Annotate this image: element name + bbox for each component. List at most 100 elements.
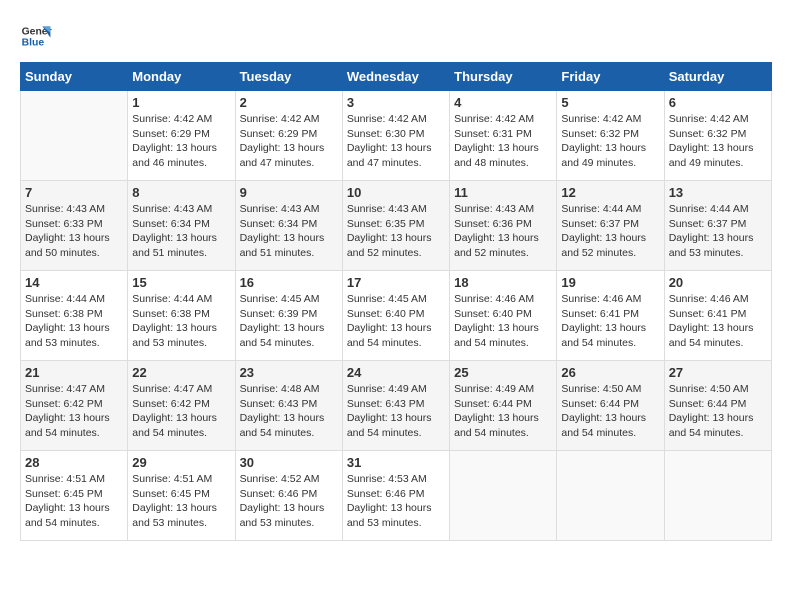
calendar-cell: 5 Sunrise: 4:42 AM Sunset: 6:32 PM Daylig…	[557, 91, 664, 181]
day-info: Sunrise: 4:53 AM Sunset: 6:46 PM Dayligh…	[347, 472, 445, 531]
day-info: Sunrise: 4:42 AM Sunset: 6:30 PM Dayligh…	[347, 112, 445, 171]
calendar-cell: 28Sunrise: 4:51 AM Sunset: 6:45 PM Dayli…	[21, 451, 128, 541]
calendar-cell: 24 Sunrise: 4:49 AM Sunset: 6:43 PM Dayli…	[342, 361, 449, 451]
calendar-cell: 12 Sunrise: 4:44 AM Sunset: 6:37 PM Dayli…	[557, 181, 664, 271]
day-number: 19	[561, 275, 659, 290]
calendar-cell: 14 Sunrise: 4:44 AM Sunset: 6:38 PM Dayli…	[21, 271, 128, 361]
calendar-cell	[664, 451, 771, 541]
calendar-body: 1 Sunrise: 4:42 AM Sunset: 6:29 PM Daylig…	[21, 91, 772, 541]
calendar-header: SundayMondayTuesdayWednesdayThursdayFrid…	[21, 63, 772, 91]
day-info: Sunrise: 4:46 AM Sunset: 6:41 PM Dayligh…	[561, 292, 659, 351]
day-info: Sunrise: 4:44 AM Sunset: 6:38 PM Dayligh…	[25, 292, 123, 351]
calendar-cell: 8 Sunrise: 4:43 AM Sunset: 6:34 PM Daylig…	[128, 181, 235, 271]
calendar-cell: 22 Sunrise: 4:47 AM Sunset: 6:42 PM Dayli…	[128, 361, 235, 451]
page-header: General Blue	[20, 20, 772, 52]
calendar-cell: 13 Sunrise: 4:44 AM Sunset: 6:37 PM Dayli…	[664, 181, 771, 271]
day-info: Sunrise: 4:42 AM Sunset: 6:29 PM Dayligh…	[132, 112, 230, 171]
day-info: Sunrise: 4:48 AM Sunset: 6:43 PM Dayligh…	[240, 382, 338, 441]
day-number: 1	[132, 95, 230, 110]
header-row: SundayMondayTuesdayWednesdayThursdayFrid…	[21, 63, 772, 91]
calendar-cell: 4 Sunrise: 4:42 AM Sunset: 6:31 PM Daylig…	[450, 91, 557, 181]
day-number: 25	[454, 365, 552, 380]
day-number: 5	[561, 95, 659, 110]
calendar-cell: 9Sunrise: 4:43 AM Sunset: 6:34 PM Daylig…	[235, 181, 342, 271]
day-number: 14	[25, 275, 123, 290]
calendar-cell: 17Sunrise: 4:45 AM Sunset: 6:40 PM Dayli…	[342, 271, 449, 361]
week-row-0: 1 Sunrise: 4:42 AM Sunset: 6:29 PM Daylig…	[21, 91, 772, 181]
day-info: Sunrise: 4:43 AM Sunset: 6:33 PM Dayligh…	[25, 202, 123, 261]
day-info: Sunrise: 4:51 AM Sunset: 6:45 PM Dayligh…	[132, 472, 230, 531]
day-number: 29	[132, 455, 230, 470]
day-info: Sunrise: 4:46 AM Sunset: 6:40 PM Dayligh…	[454, 292, 552, 351]
day-number: 9	[240, 185, 338, 200]
day-info: Sunrise: 4:52 AM Sunset: 6:46 PM Dayligh…	[240, 472, 338, 531]
day-number: 21	[25, 365, 123, 380]
calendar-cell	[557, 451, 664, 541]
day-info: Sunrise: 4:42 AM Sunset: 6:31 PM Dayligh…	[454, 112, 552, 171]
day-number: 13	[669, 185, 767, 200]
day-number: 10	[347, 185, 445, 200]
day-number: 7	[25, 185, 123, 200]
day-number: 28	[25, 455, 123, 470]
svg-text:Blue: Blue	[22, 38, 45, 49]
header-day-wednesday: Wednesday	[342, 63, 449, 91]
day-info: Sunrise: 4:43 AM Sunset: 6:35 PM Dayligh…	[347, 202, 445, 261]
header-day-tuesday: Tuesday	[235, 63, 342, 91]
day-number: 15	[132, 275, 230, 290]
calendar-cell	[450, 451, 557, 541]
day-info: Sunrise: 4:44 AM Sunset: 6:37 PM Dayligh…	[561, 202, 659, 261]
day-number: 24	[347, 365, 445, 380]
day-number: 8	[132, 185, 230, 200]
day-number: 18	[454, 275, 552, 290]
day-number: 23	[240, 365, 338, 380]
day-info: Sunrise: 4:47 AM Sunset: 6:42 PM Dayligh…	[25, 382, 123, 441]
header-day-sunday: Sunday	[21, 63, 128, 91]
calendar-cell: 26 Sunrise: 4:50 AM Sunset: 6:44 PM Dayli…	[557, 361, 664, 451]
week-row-1: 7 Sunrise: 4:43 AM Sunset: 6:33 PM Daylig…	[21, 181, 772, 271]
calendar-cell: 23 Sunrise: 4:48 AM Sunset: 6:43 PM Dayli…	[235, 361, 342, 451]
day-info: Sunrise: 4:44 AM Sunset: 6:37 PM Dayligh…	[669, 202, 767, 261]
calendar-cell: 7 Sunrise: 4:43 AM Sunset: 6:33 PM Daylig…	[21, 181, 128, 271]
logo: General Blue	[20, 20, 52, 52]
header-day-thursday: Thursday	[450, 63, 557, 91]
calendar-cell	[21, 91, 128, 181]
day-number: 12	[561, 185, 659, 200]
day-info: Sunrise: 4:46 AM Sunset: 6:41 PM Dayligh…	[669, 292, 767, 351]
day-number: 3	[347, 95, 445, 110]
day-info: Sunrise: 4:42 AM Sunset: 6:32 PM Dayligh…	[669, 112, 767, 171]
day-number: 31	[347, 455, 445, 470]
calendar-table: SundayMondayTuesdayWednesdayThursdayFrid…	[20, 62, 772, 541]
calendar-cell: 2Sunrise: 4:42 AM Sunset: 6:29 PM Daylig…	[235, 91, 342, 181]
header-day-monday: Monday	[128, 63, 235, 91]
day-info: Sunrise: 4:42 AM Sunset: 6:32 PM Dayligh…	[561, 112, 659, 171]
calendar-cell: 19 Sunrise: 4:46 AM Sunset: 6:41 PM Dayli…	[557, 271, 664, 361]
day-number: 11	[454, 185, 552, 200]
day-number: 6	[669, 95, 767, 110]
day-info: Sunrise: 4:49 AM Sunset: 6:44 PM Dayligh…	[454, 382, 552, 441]
day-info: Sunrise: 4:50 AM Sunset: 6:44 PM Dayligh…	[561, 382, 659, 441]
day-info: Sunrise: 4:47 AM Sunset: 6:42 PM Dayligh…	[132, 382, 230, 441]
day-info: Sunrise: 4:49 AM Sunset: 6:43 PM Dayligh…	[347, 382, 445, 441]
day-info: Sunrise: 4:45 AM Sunset: 6:39 PM Dayligh…	[240, 292, 338, 351]
calendar-cell: 29 Sunrise: 4:51 AM Sunset: 6:45 PM Dayli…	[128, 451, 235, 541]
calendar-cell: 31 Sunrise: 4:53 AM Sunset: 6:46 PM Dayli…	[342, 451, 449, 541]
day-number: 20	[669, 275, 767, 290]
calendar-cell: 21 Sunrise: 4:47 AM Sunset: 6:42 PM Dayli…	[21, 361, 128, 451]
calendar-cell: 16Sunrise: 4:45 AM Sunset: 6:39 PM Dayli…	[235, 271, 342, 361]
week-row-2: 14 Sunrise: 4:44 AM Sunset: 6:38 PM Dayli…	[21, 271, 772, 361]
header-day-saturday: Saturday	[664, 63, 771, 91]
day-number: 22	[132, 365, 230, 380]
calendar-cell: 10 Sunrise: 4:43 AM Sunset: 6:35 PM Dayli…	[342, 181, 449, 271]
calendar-cell: 27Sunrise: 4:50 AM Sunset: 6:44 PM Dayli…	[664, 361, 771, 451]
logo-icon: General Blue	[20, 20, 52, 52]
calendar-cell: 25 Sunrise: 4:49 AM Sunset: 6:44 PM Dayli…	[450, 361, 557, 451]
calendar-cell: 11Sunrise: 4:43 AM Sunset: 6:36 PM Dayli…	[450, 181, 557, 271]
day-number: 26	[561, 365, 659, 380]
header-day-friday: Friday	[557, 63, 664, 91]
day-number: 17	[347, 275, 445, 290]
calendar-cell: 15Sunrise: 4:44 AM Sunset: 6:38 PM Dayli…	[128, 271, 235, 361]
day-number: 4	[454, 95, 552, 110]
calendar-cell: 3 Sunrise: 4:42 AM Sunset: 6:30 PM Daylig…	[342, 91, 449, 181]
calendar-cell: 20 Sunrise: 4:46 AM Sunset: 6:41 PM Dayli…	[664, 271, 771, 361]
day-info: Sunrise: 4:43 AM Sunset: 6:34 PM Dayligh…	[132, 202, 230, 261]
